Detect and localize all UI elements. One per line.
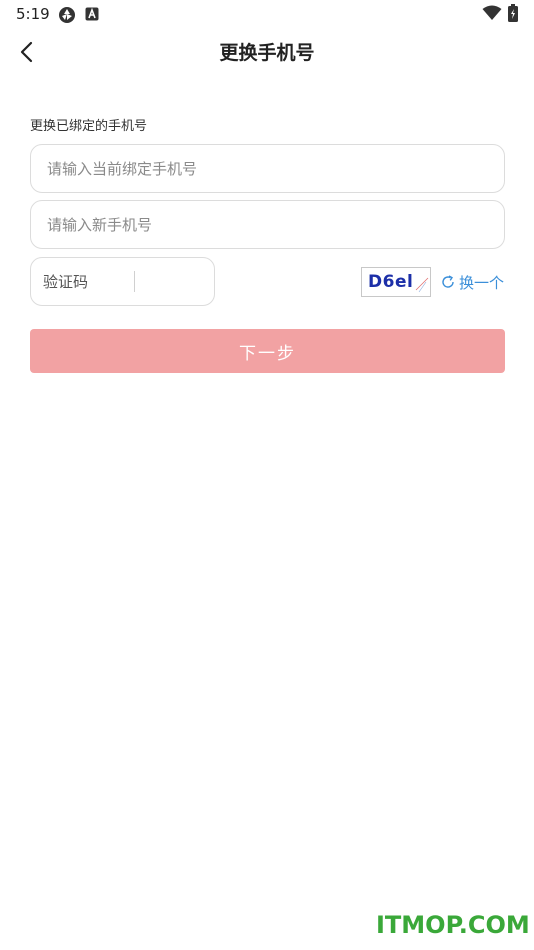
battery-icon [508,4,518,26]
current-phone-input[interactable] [31,145,504,192]
captcha-input[interactable] [31,258,214,305]
status-bar: 5:19 [0,0,534,28]
page-title: 更换手机号 [219,42,315,64]
wifi-icon [482,5,502,25]
captcha-field [30,257,215,306]
refresh-icon [442,275,454,288]
section-label: 更换已绑定的手机号 [30,119,148,134]
status-time: 5:19 [16,5,50,23]
watermark: ITMOP.COM [376,911,530,939]
text-caret [134,271,135,292]
refresh-label: 换一个 [459,273,505,292]
aperture-icon [58,6,76,28]
nav-bar: 更换手机号 [0,28,534,76]
new-phone-input[interactable] [31,201,504,248]
refresh-captcha-link[interactable]: 换一个 [440,271,504,293]
captcha-noise [415,277,429,293]
new-phone-field [30,200,505,249]
captcha-image[interactable]: D6el [361,267,431,297]
current-phone-field [30,144,505,193]
next-step-button[interactable]: 下一步 [30,329,505,373]
app-a-icon [85,6,99,25]
